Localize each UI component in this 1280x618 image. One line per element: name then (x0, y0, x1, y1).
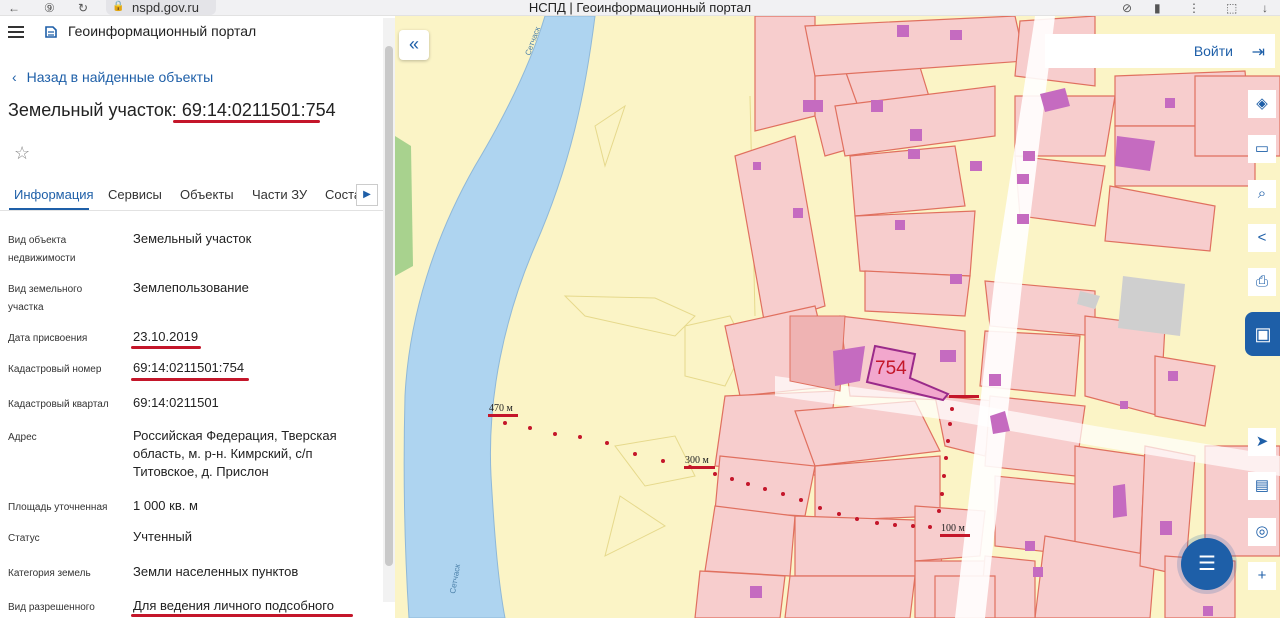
zoom-in-icon[interactable]: + (1248, 562, 1276, 590)
extensions-icon[interactable]: ⬚ (1226, 0, 1237, 16)
screen-icon[interactable]: ▤ (1248, 472, 1276, 500)
tab-parts[interactable]: Части ЗУ (252, 186, 307, 204)
tab-services[interactable]: Сервисы (108, 186, 162, 204)
highlight-underline (131, 614, 353, 617)
login-button[interactable]: Войти (1194, 43, 1233, 59)
distance-label: 300 м (685, 455, 710, 466)
woodland-area (395, 136, 413, 276)
field-value: Землепользование (133, 280, 249, 295)
distance-label: 100 м (941, 523, 966, 534)
collapse-panel-button[interactable]: « (399, 30, 429, 60)
non-residential-building (1118, 276, 1185, 336)
bookmark-icon[interactable]: ▮ (1154, 0, 1161, 16)
field-value: Для ведения личного подсобного (133, 598, 334, 613)
distance-underline (488, 414, 518, 417)
menu-dots-icon[interactable]: ⋮ (1188, 0, 1200, 16)
print-icon[interactable]: ⎙ (1248, 268, 1276, 296)
browser-bar: ← ⑨ ↻ 🔒 nspd.gov.ru НСПД | Геоинформацио… (0, 0, 1280, 16)
back-link[interactable]: ‹ Назад в найденные объекты (12, 69, 213, 85)
field-value: 1 000 кв. м (133, 498, 198, 513)
object-title: Земельный участок: 69:14:0211501:754 (8, 100, 336, 121)
portal-title: Геоинформационный портал (68, 23, 257, 39)
field-label: Адрес (8, 432, 37, 443)
legend-icon[interactable]: ▣ (1245, 312, 1280, 356)
field-label: Категория земель (8, 568, 91, 579)
object-cadastral-number: 69:14:0211501:754 (181, 100, 336, 120)
browser-ext-icon[interactable]: ⊘ (1122, 0, 1132, 16)
download-icon[interactable]: ↓ (1262, 0, 1268, 16)
menu-icon[interactable] (8, 26, 24, 38)
distance-label: 470 м (489, 403, 514, 414)
map-canvas[interactable]: Сетчаск Сетчаск 754 470 м 300 м 100 м (395, 16, 1280, 618)
tab-objects[interactable]: Объекты (180, 186, 234, 204)
field-value: Земли населенных пунктов (133, 564, 299, 579)
star-icon[interactable]: ☆ (14, 143, 30, 164)
logo-icon (45, 26, 57, 38)
highlight-underline (173, 120, 320, 123)
tabs-scroll-right-icon[interactable]: ▶ (356, 184, 378, 206)
login-box[interactable]: Войти ⇥ (1045, 34, 1275, 68)
distance-underline (940, 534, 970, 537)
field-label: Вид объекта недвижимости (8, 235, 76, 264)
chat-button[interactable]: ☰ (1181, 538, 1233, 590)
field-label: Вид разрешенного (8, 602, 95, 613)
field-label: Дата присвоения (8, 333, 88, 344)
field-value: 69:14:0211501 (133, 395, 219, 410)
field-label: Вид земельного участка (8, 284, 83, 313)
chevron-left-icon: ‹ (12, 69, 17, 85)
highlight-underline (131, 346, 201, 349)
field-label: Кадастровый квартал (8, 399, 109, 410)
object-type: Земельный участок: (8, 100, 182, 120)
parcel-label: 754 (875, 358, 907, 379)
chat-icon: ☰ (1198, 553, 1216, 575)
info-panel: Геоинформационный портал ‹ Назад в найден… (0, 16, 395, 618)
ruler-icon[interactable]: ▭ (1248, 135, 1276, 163)
tabs-divider (0, 210, 383, 211)
back-link-label: Назад в найденные объекты (26, 69, 214, 85)
field-label: Статус (8, 533, 40, 544)
share-icon[interactable]: < (1248, 224, 1276, 252)
field-value: Земельный участок (133, 231, 252, 246)
field-value-date: 23.10.2019 (133, 329, 199, 344)
cadastral-map[interactable]: Сетчаск Сетчаск 754 470 м 300 м 100 м (395, 16, 1280, 618)
location-icon[interactable]: ◎ (1248, 518, 1276, 546)
navigate-icon[interactable]: ➤ (1248, 428, 1276, 456)
double-chevron-left-icon: « (408, 34, 419, 54)
panel-scroll-thumb[interactable] (385, 46, 393, 566)
search-area-icon[interactable]: ⌕ (1248, 180, 1276, 208)
field-value: Учтенный (133, 529, 193, 544)
distance-underline (684, 466, 715, 469)
login-icon[interactable]: ⇥ (1252, 42, 1265, 62)
window-title: НСПД | Геоинформационный портал (528, 0, 752, 15)
layers-icon[interactable]: ◈ (1248, 90, 1276, 118)
field-label: Кадастровый номер (8, 364, 102, 375)
route-end-marker (949, 395, 979, 398)
highlight-underline (131, 378, 249, 381)
field-value-address: Российская Федерация, Тверская область, … (133, 428, 337, 479)
field-label: Площадь уточненная (8, 502, 108, 513)
field-value-cadastral: 69:14:0211501:754 (133, 360, 245, 375)
tab-info[interactable]: Информация (14, 186, 94, 204)
